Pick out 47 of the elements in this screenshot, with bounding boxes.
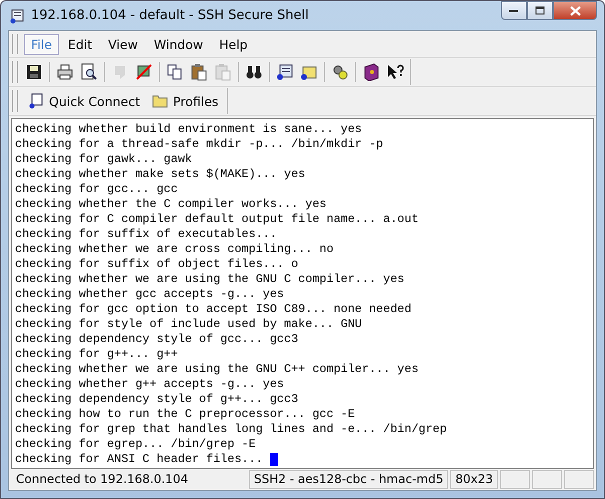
- folder-icon: [152, 94, 168, 108]
- profiles-button[interactable]: Profiles: [146, 89, 224, 113]
- terminal-line: checking whether gcc accepts -g... yes: [15, 287, 284, 302]
- terminal-screen[interactable]: [11, 118, 594, 469]
- status-text: Connected to 192.168.0.104: [15, 471, 190, 488]
- terminal-line: checking for gawk... gawk: [15, 152, 192, 167]
- terminal-line: checking whether g++ accepts -g... yes: [15, 377, 284, 392]
- maximize-icon: [535, 6, 545, 15]
- menu-item[interactable]: File: [24, 34, 59, 54]
- terminal-line: checking for a thread-safe mkdir -p... /bin/mkdir -p: [15, 137, 384, 152]
- terminal-line: checking for grep that handles long lines and -e... /bin/grep: [15, 422, 447, 437]
- quick-connect-button[interactable]: Quick Connect: [22, 89, 146, 113]
- terminal-line: checking for gcc option to accept ISO C89... none needed: [15, 302, 412, 317]
- window-title: 192.168.0.104 - default - SSH Secure Shell: [31, 8, 310, 23]
- cipher-status: SSH2 - aes128-cbc - hmac-md5: [248, 470, 448, 489]
- terminal-line: checking whether we are using the GNU C++ compiler... yes: [15, 362, 419, 377]
- terminal-line: checking whether we are cross compiling... no: [15, 242, 334, 257]
- maximize-button[interactable]: [527, 1, 553, 20]
- menu-item[interactable]: View: [101, 34, 145, 54]
- terminal-line: checking whether the C compiler works... yes: [15, 197, 326, 212]
- minimize-button[interactable]: [501, 1, 527, 20]
- terminal-line: checking dependency style of gcc... gcc3: [15, 332, 298, 347]
- status-pane: [564, 470, 594, 489]
- terminal-line: checking for C compiler default output file name... a.out: [15, 212, 419, 227]
- terminal-line: checking for gcc... gcc: [15, 182, 178, 197]
- terminal-line: checking dependency style of g++... gcc3: [15, 392, 298, 407]
- close-icon: [570, 6, 580, 16]
- terminal-line: checking for suffix of object files... o: [15, 257, 298, 272]
- status-pane: [532, 470, 562, 489]
- menu-item[interactable]: Edit: [60, 34, 100, 54]
- terminal-size: 80x23: [450, 470, 498, 489]
- status-pane: [500, 470, 530, 489]
- terminal-line: checking for egrep... /bin/grep -E: [15, 437, 256, 452]
- terminal-line: checking how to run the C preprocessor... gcc -E: [15, 407, 355, 422]
- terminal-line: checking for suffix of executables...: [15, 227, 277, 242]
- menu-item[interactable]: Help: [212, 34, 255, 54]
- terminal-icon: [28, 93, 44, 109]
- minimize-icon: [509, 8, 519, 12]
- terminal-line: checking for g++... g++: [15, 347, 178, 362]
- close-button[interactable]: [553, 1, 597, 20]
- menu-item[interactable]: Window: [146, 34, 210, 54]
- terminal-line: checking whether we are using the GNU C compiler... yes: [15, 272, 404, 287]
- terminal-line: checking whether build environment is sane... yes: [15, 122, 362, 137]
- terminal-line: checking for ANSI C header files...: [15, 452, 264, 467]
- terminal-line: checking for style of include used by make... GNU: [15, 317, 362, 332]
- terminal-line: checking whether make sets $(MAKE)... yes: [15, 167, 306, 182]
- terminal-icon: [9, 8, 25, 24]
